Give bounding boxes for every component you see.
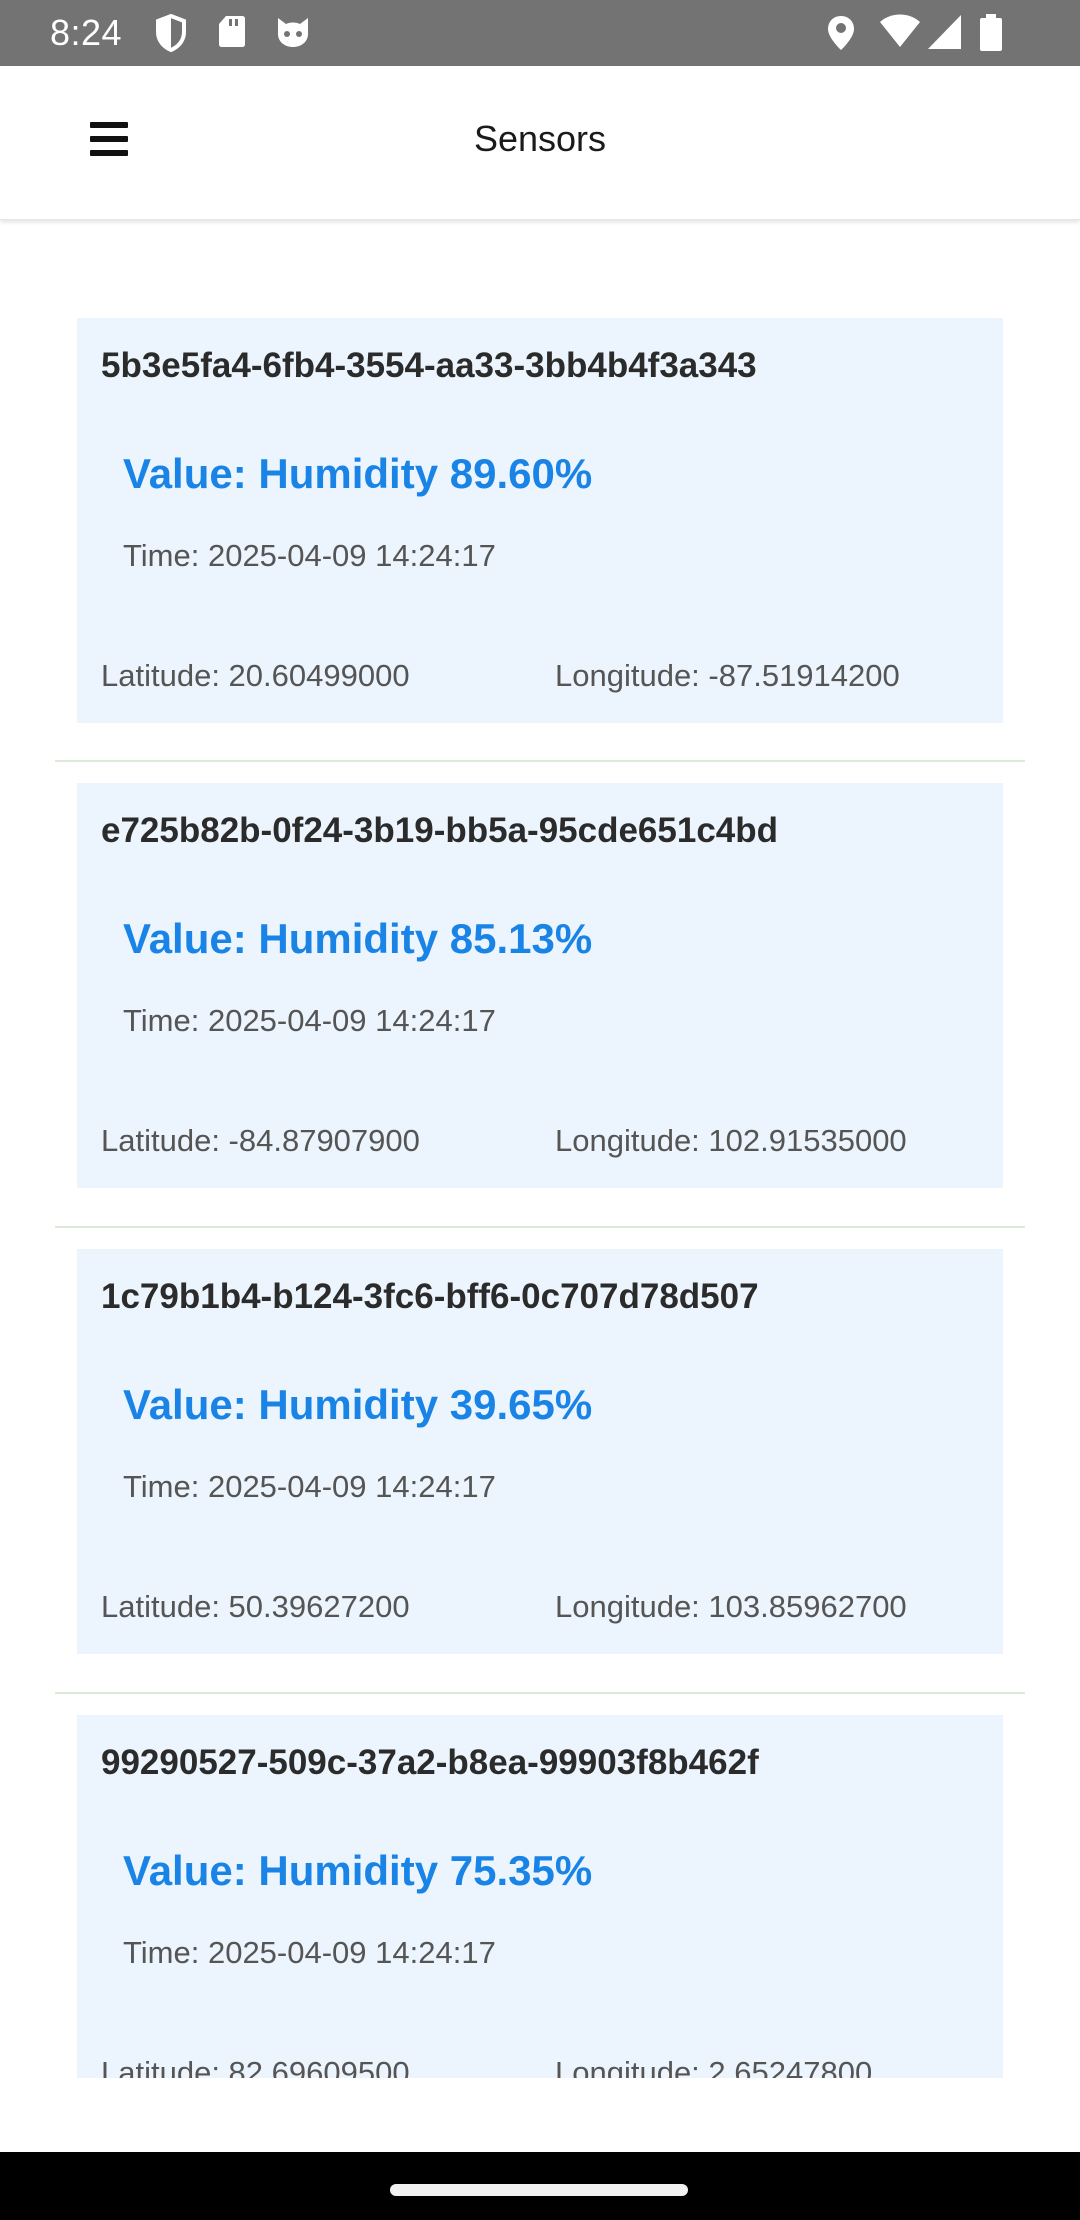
sensor-time: Time: 2025-04-09 14:24:17 bbox=[123, 1003, 496, 1038]
sensor-list[interactable]: 5b3e5fa4-6fb4-3554-aa33-3bb4b4f3a343 Val… bbox=[0, 220, 1080, 2078]
app-bar: Sensors bbox=[0, 66, 1080, 220]
sensor-longitude: Longitude: -87.51914200 bbox=[555, 658, 900, 693]
sensor-id: 5b3e5fa4-6fb4-3554-aa33-3bb4b4f3a343 bbox=[101, 346, 757, 385]
battery-icon bbox=[980, 14, 1002, 51]
sensor-id: 1c79b1b4-b124-3fc6-bff6-0c707d78d507 bbox=[101, 1277, 759, 1316]
wifi-icon bbox=[880, 14, 920, 47]
shield-icon bbox=[156, 14, 186, 52]
sensor-card[interactable]: 99290527-509c-37a2-b8ea-99903f8b462f Val… bbox=[77, 1715, 1003, 2078]
location-icon bbox=[828, 16, 854, 50]
sensor-longitude: Longitude: 2.65247800 bbox=[555, 2055, 873, 2078]
sensor-latitude: Latitude: 50.39627200 bbox=[101, 1589, 410, 1624]
cat-face-icon bbox=[278, 18, 308, 47]
page-title: Sensors bbox=[473, 118, 607, 159]
status-time: 8:24 bbox=[50, 12, 123, 53]
list-item[interactable]: 5b3e5fa4-6fb4-3554-aa33-3bb4b4f3a343 Val… bbox=[55, 220, 1025, 762]
sensor-latitude: Latitude: 82.69609500 bbox=[101, 2055, 410, 2078]
sensor-value: Value: Humidity 75.35% bbox=[123, 1847, 593, 1894]
status-bar: 8:24 bbox=[0, 0, 1080, 66]
sd-card-icon bbox=[219, 16, 245, 47]
sensor-latitude: Latitude: -84.87907900 bbox=[101, 1123, 420, 1158]
navigation-bar bbox=[0, 2152, 1080, 2220]
sensor-card[interactable]: 5b3e5fa4-6fb4-3554-aa33-3bb4b4f3a343 Val… bbox=[77, 318, 1003, 723]
sensor-longitude: Longitude: 103.85962700 bbox=[555, 1589, 907, 1624]
sensor-time: Time: 2025-04-09 14:24:17 bbox=[123, 1935, 496, 1970]
list-item[interactable]: 99290527-509c-37a2-b8ea-99903f8b462f Val… bbox=[55, 1694, 1025, 2078]
list-item[interactable]: e725b82b-0f24-3b19-bb5a-95cde651c4bd Val… bbox=[55, 762, 1025, 1228]
sensor-value: Value: Humidity 85.13% bbox=[123, 915, 593, 962]
sensor-card[interactable]: e725b82b-0f24-3b19-bb5a-95cde651c4bd Val… bbox=[77, 783, 1003, 1188]
sensor-time: Time: 2025-04-09 14:24:17 bbox=[123, 1469, 496, 1504]
sensor-latitude: Latitude: 20.60499000 bbox=[101, 658, 410, 693]
list-item[interactable]: 1c79b1b4-b124-3fc6-bff6-0c707d78d507 Val… bbox=[55, 1228, 1025, 1694]
sensor-time: Time: 2025-04-09 14:24:17 bbox=[123, 538, 496, 573]
sensor-value: Value: Humidity 39.65% bbox=[123, 1381, 593, 1428]
sensor-card[interactable]: 1c79b1b4-b124-3fc6-bff6-0c707d78d507 Val… bbox=[77, 1249, 1003, 1654]
sensor-id: 99290527-509c-37a2-b8ea-99903f8b462f bbox=[101, 1743, 759, 1782]
sensor-longitude: Longitude: 102.91535000 bbox=[555, 1123, 907, 1158]
home-gesture-handle[interactable] bbox=[390, 2184, 688, 2196]
sensor-id: e725b82b-0f24-3b19-bb5a-95cde651c4bd bbox=[101, 811, 779, 850]
sensor-value: Value: Humidity 89.60% bbox=[123, 450, 593, 497]
signal-icon bbox=[928, 15, 961, 49]
